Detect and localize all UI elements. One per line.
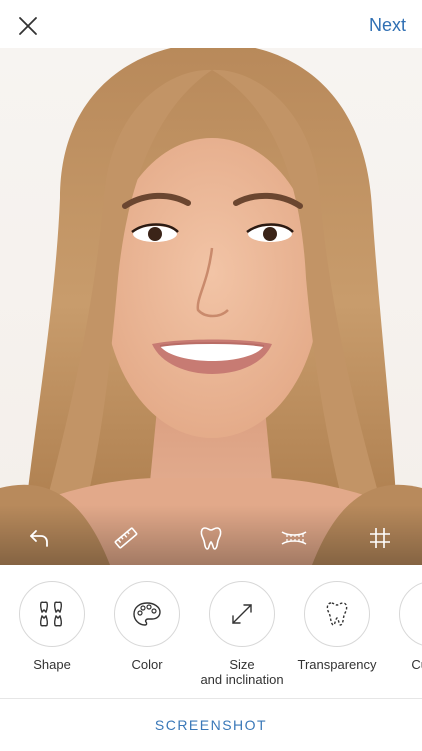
- teeth-row-button[interactable]: [277, 521, 311, 555]
- teeth-row-icon: [281, 531, 307, 545]
- tool-shape[interactable]: Shape: [2, 581, 102, 672]
- tool-cutting[interactable]: Cutting: [382, 581, 422, 672]
- grid-icon: [370, 528, 390, 548]
- tool-transparency-label: Transparency: [297, 657, 377, 672]
- resize-arrows-icon: [232, 604, 252, 624]
- tools-row: Shape Color Size and inclination Transpa…: [0, 565, 422, 697]
- tool-color-circle[interactable]: [114, 581, 180, 647]
- close-icon: [19, 17, 37, 35]
- palette-icon: [133, 602, 161, 626]
- tooth-button[interactable]: [194, 521, 228, 555]
- tool-size-circle[interactable]: [209, 581, 275, 647]
- tool-color-label: Color: [131, 657, 163, 672]
- close-button[interactable]: [14, 12, 42, 40]
- ruler-button[interactable]: [109, 521, 143, 555]
- tool-color[interactable]: Color: [97, 581, 197, 672]
- screenshot-label[interactable]: SCREENSHOT: [155, 717, 267, 733]
- tool-transparency[interactable]: Transparency: [287, 581, 387, 672]
- tool-size[interactable]: Size and inclination: [192, 581, 292, 687]
- tool-shape-circle[interactable]: [19, 581, 85, 647]
- photo-toolbar: [0, 505, 422, 565]
- ruler-icon: [114, 527, 138, 549]
- tooth-dashed-icon: [326, 602, 348, 626]
- next-button[interactable]: Next: [369, 12, 406, 38]
- tool-cutting-label: Cutting: [411, 657, 422, 672]
- tool-size-label: Size and inclination: [200, 657, 284, 687]
- tool-transparency-circle[interactable]: [304, 581, 370, 647]
- undo-icon: [30, 530, 48, 547]
- portrait-photo: [0, 48, 422, 565]
- tool-cutting-circle[interactable]: [399, 581, 422, 647]
- tool-shape-label: Shape: [33, 657, 71, 672]
- bottom-bar: SCREENSHOT: [0, 698, 422, 751]
- teeth-shape-icon: [39, 601, 63, 627]
- top-bar: Next: [0, 0, 422, 48]
- grid-button[interactable]: [363, 521, 397, 555]
- tooth-icon: [200, 527, 222, 550]
- portrait-illustration: [0, 48, 422, 565]
- undo-button[interactable]: [22, 521, 56, 555]
